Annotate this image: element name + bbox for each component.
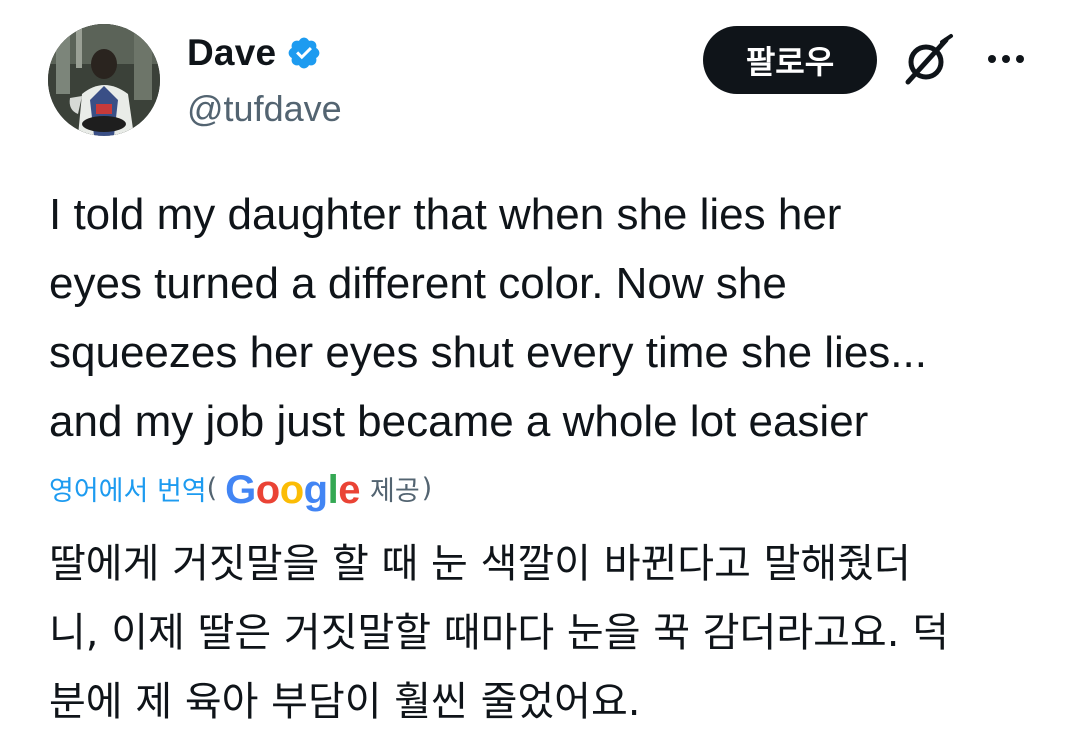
translation-attribution: 영어에서 번역 ( G o o g l e 제공 ) [49,462,432,514]
close-paren: ) [421,472,433,504]
translate-link[interactable]: 영어에서 번역 [49,469,207,508]
display-name[interactable]: Dave [187,32,276,74]
google-letter: g [303,467,328,512]
verified-badge-icon [286,35,322,71]
avatar-image [48,24,160,136]
google-logo: G o o g l e [225,468,360,513]
google-letter: l [327,467,339,512]
translated-text: 딸에게 거짓말을 할 때 눈 색깔이 바뀐다고 말해줬더 니, 이제 딸은 거짓… [49,541,949,725]
google-letter: o [279,467,304,512]
google-letter: e [338,467,360,512]
follow-button[interactable]: 팔로우 [703,26,877,94]
google-letter: G [225,467,256,512]
grok-icon[interactable] [898,32,956,90]
google-letter: o [255,467,280,512]
avatar[interactable] [48,24,160,136]
open-paren: ( [206,472,218,504]
provided-label: 제공 [369,475,420,507]
author-name-row: Dave [187,30,322,76]
author-handle[interactable]: @tufdave [187,88,342,130]
tweet-text: I told my daughter that when she lies he… [49,190,927,446]
more-icon[interactable] [984,44,1028,74]
